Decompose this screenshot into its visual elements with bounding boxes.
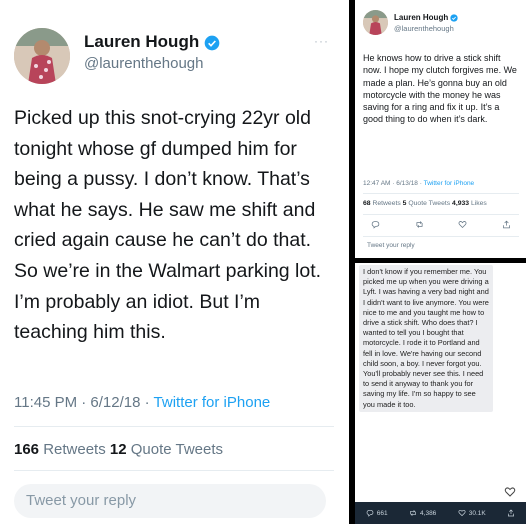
author-handle[interactable]: @laurenthehough	[394, 24, 454, 33]
avatar-image	[363, 10, 388, 35]
reply-input[interactable]: Tweet your reply	[14, 484, 326, 518]
share-button[interactable]	[502, 220, 511, 229]
avatar[interactable]	[363, 10, 388, 35]
tweet-stats: 68 Retweets 5 Quote Tweets 4,933 Likes	[363, 200, 487, 207]
likes-count: 30.1K	[468, 509, 486, 517]
retweets-count[interactable]: 166	[14, 441, 39, 458]
divider	[363, 193, 519, 194]
tweet-stats: 166 Retweets 12 Quote Tweets	[14, 441, 223, 458]
followup-tweet-panel: Lauren Hough @laurenthehough He knows ho…	[355, 0, 526, 258]
likes-count[interactable]: 4,933	[452, 200, 469, 207]
retweet-icon	[410, 510, 416, 516]
divider	[363, 236, 519, 237]
share-icon	[503, 220, 510, 229]
replies-count: 661	[376, 509, 388, 517]
reply-icon	[371, 221, 380, 229]
share-button[interactable]	[507, 509, 515, 517]
reply-icon	[366, 509, 374, 517]
reply-button[interactable]	[371, 220, 380, 229]
divider	[363, 214, 519, 215]
retweet-button[interactable]: 4,386	[409, 509, 436, 517]
tweet-text: He knows how to drive a stick shift now.…	[363, 53, 517, 125]
reply-button[interactable]: 661	[366, 509, 388, 517]
retweets-count[interactable]: 68	[363, 200, 371, 207]
heart-icon[interactable]	[504, 486, 516, 498]
divider	[14, 470, 334, 471]
message-panel: I don't know if you remember me. You pic…	[355, 263, 526, 524]
author-name[interactable]: Lauren Hough	[394, 13, 459, 22]
author-handle[interactable]: @laurenthehough	[84, 55, 204, 72]
message-text: I don't know if you remember me. You pic…	[359, 265, 493, 412]
like-button[interactable]: 30.1K	[458, 509, 486, 517]
quotes-count[interactable]: 12	[110, 441, 127, 458]
tweet-timestamp: 11:45 PM · 6/12/18 · Twitter for iPhone	[14, 394, 270, 411]
like-icon	[458, 509, 466, 517]
source-link[interactable]: Twitter for iPhone	[154, 394, 271, 411]
tweet-text: Picked up this snot-crying 22yr old toni…	[14, 107, 322, 344]
like-icon	[458, 221, 467, 229]
author-name-text: Lauren Hough	[394, 13, 449, 22]
retweets-label[interactable]: Retweets	[39, 441, 110, 458]
like-button[interactable]	[458, 220, 467, 229]
avatar-image	[14, 28, 70, 84]
main-tweet-panel: Lauren Hough @laurenthehough ··· Picked …	[0, 0, 349, 524]
share-icon	[508, 509, 515, 517]
timestamp-text: 12:47 AM · 6/13/18 ·	[363, 180, 424, 187]
tweet-actions	[371, 220, 511, 229]
avatar[interactable]	[14, 28, 70, 84]
message-action-bar: 661 4,386 30.1K	[355, 502, 526, 524]
verified-badge-icon	[204, 35, 220, 50]
verified-badge-icon	[450, 14, 459, 22]
retweets-label[interactable]: Retweets	[371, 200, 403, 207]
author-name[interactable]: Lauren Hough	[84, 32, 220, 52]
tweet-timestamp: 12:47 AM · 6/13/18 · Twitter for iPhone	[363, 180, 474, 187]
divider	[14, 426, 334, 427]
retweet-icon	[416, 221, 423, 228]
retweets-count: 4,386	[420, 509, 437, 517]
more-options-icon[interactable]: ···	[314, 34, 329, 48]
retweet-button[interactable]	[415, 220, 424, 229]
quotes-label[interactable]: Quote Tweets	[127, 441, 223, 458]
reply-input[interactable]: Tweet your reply	[367, 242, 415, 249]
timestamp-text: 11:45 PM · 6/12/18 ·	[14, 394, 154, 411]
source-link[interactable]: Twitter for iPhone	[424, 180, 475, 187]
likes-label[interactable]: Likes	[469, 200, 487, 207]
author-name-text: Lauren Hough	[84, 32, 200, 51]
quotes-label[interactable]: Quote Tweets	[406, 200, 452, 207]
